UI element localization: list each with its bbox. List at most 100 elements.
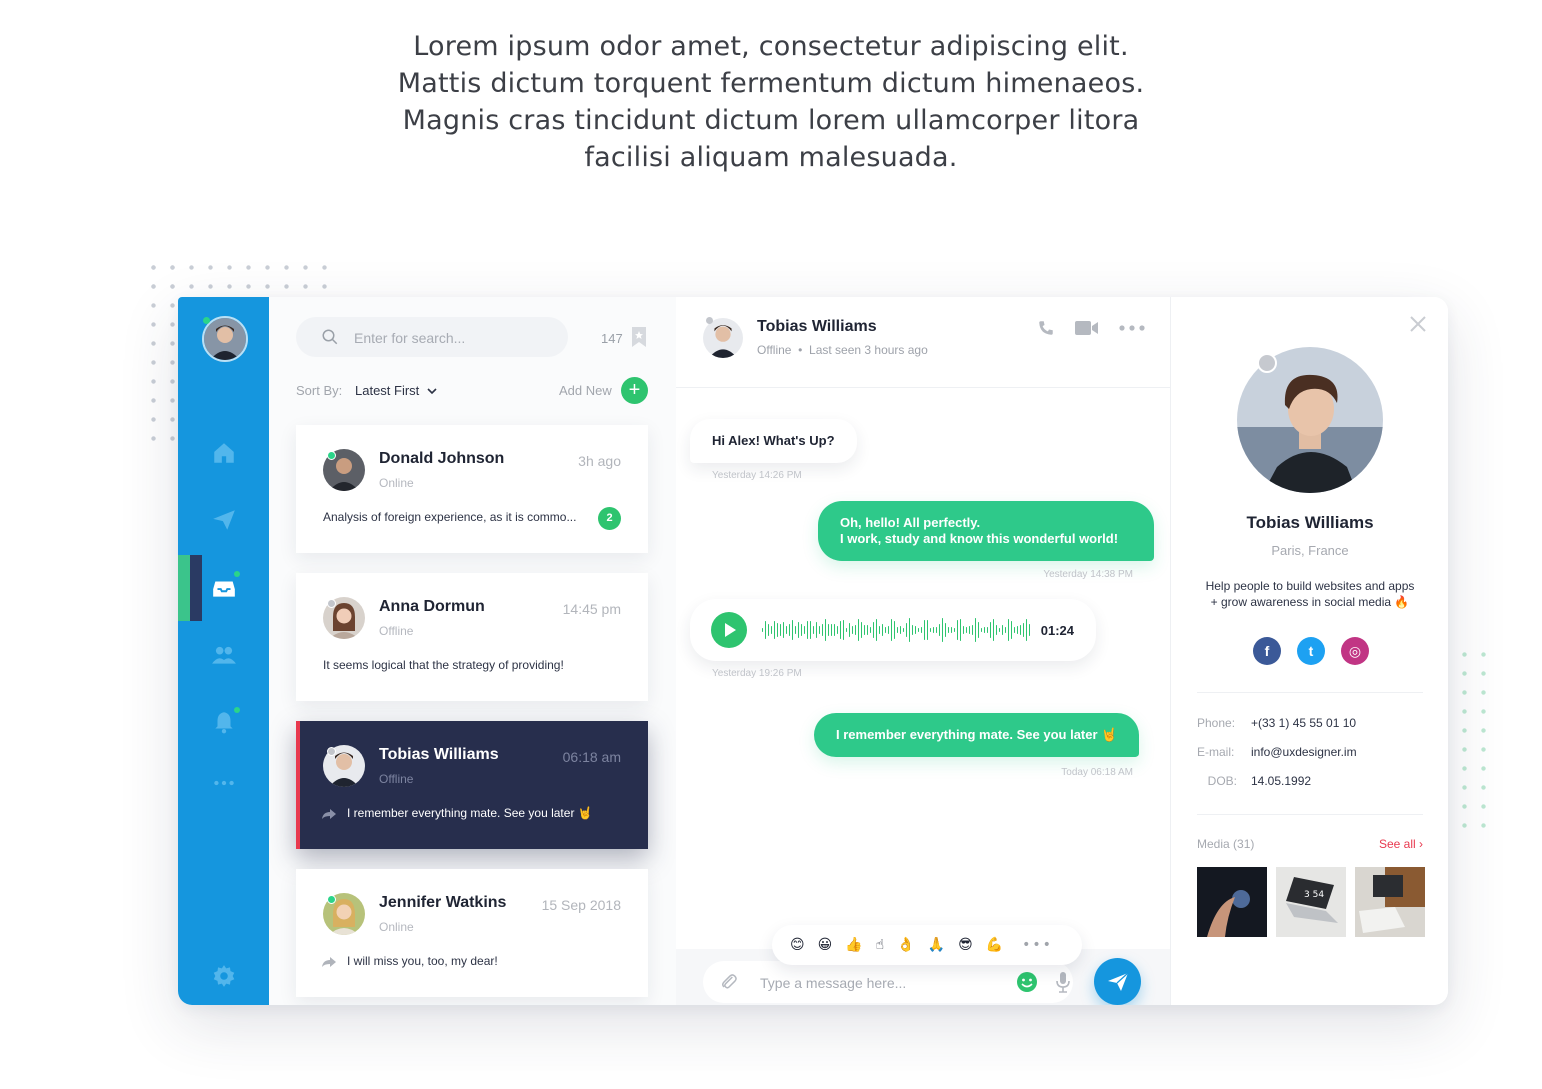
send-icon [1108, 972, 1129, 991]
dob-value: 14.05.1992 [1251, 774, 1312, 788]
conversation-card[interactable]: Anna Dormun 14:45 pm Offline It seems lo… [296, 573, 648, 701]
message-timestamp: Yesterday 14:26 PM [712, 470, 802, 481]
more-emoji-icon[interactable]: ••• [1022, 937, 1053, 953]
play-button[interactable] [711, 612, 747, 648]
email-label: E-mail: [1197, 745, 1235, 759]
message-preview: I will miss you, too, my dear! [347, 954, 498, 968]
last-seen: Last seen 3 hours ago [809, 343, 928, 357]
media-thumbnail[interactable] [1197, 867, 1267, 937]
facebook-icon[interactable]: f [1253, 637, 1281, 665]
offline-indicator [706, 317, 713, 324]
message-time: 15 Sep 2018 [541, 897, 621, 913]
decorative-dots [1455, 645, 1495, 835]
conversation-count: 147 [601, 331, 623, 346]
intro-line: facilisi aliquam malesuada. [584, 142, 958, 173]
media-thumbnail[interactable]: 3 54 [1276, 867, 1346, 937]
status-text: Offline [757, 343, 792, 357]
message-time: 3h ago [578, 453, 621, 469]
nav-home[interactable] [178, 430, 269, 476]
gear-icon [213, 965, 234, 987]
chat-actions [1037, 319, 1145, 337]
voice-message: 01:24 [690, 599, 1096, 661]
profile-name: Tobias Williams [1246, 513, 1374, 532]
conversation-list: 147 Sort By: Latest First Add New + Dona… [269, 297, 677, 1005]
messenger-app: 147 Sort By: Latest First Add New + Dona… [178, 297, 1448, 1005]
twitter-icon[interactable]: t [1297, 637, 1325, 665]
send-button[interactable] [1094, 958, 1141, 1005]
contact-status: Online [379, 920, 414, 934]
divider [1197, 692, 1423, 693]
unread-badge: 2 [598, 507, 621, 530]
search-input[interactable] [352, 317, 556, 359]
microphone-icon[interactable] [1055, 971, 1071, 998]
nav-contacts[interactable] [178, 632, 269, 678]
emoji-option[interactable]: 👍 [845, 937, 862, 953]
dob-row: DOB: 14.05.1992 [1197, 774, 1311, 788]
email-value[interactable]: info@uxdesigner.im [1251, 745, 1357, 759]
outgoing-message: I remember everything mate. See you late… [814, 713, 1140, 757]
message-input[interactable] [758, 961, 1002, 1005]
attachment-icon[interactable] [719, 972, 739, 997]
chat-panel: Tobias Williams Offline • Last seen 3 ho… [676, 297, 1170, 1005]
nav-send[interactable] [178, 497, 269, 543]
instagram-icon[interactable]: ◎ [1341, 637, 1369, 665]
close-icon[interactable] [1409, 315, 1427, 338]
contact-name: Donald Johnson [379, 450, 505, 467]
message-timestamp: Yesterday 14:38 PM [1043, 569, 1133, 580]
message-input-box [703, 961, 1073, 1005]
home-icon [213, 443, 234, 463]
bell-icon [214, 712, 233, 734]
search-box [296, 317, 568, 359]
phone-value[interactable]: +(33 1) 45 55 01 10 [1251, 716, 1356, 730]
emoji-option[interactable]: 🙏 [928, 937, 945, 953]
inbox-icon [212, 581, 235, 597]
sort-dropdown[interactable]: Latest First [355, 383, 437, 398]
nav-more[interactable] [178, 760, 269, 806]
send-icon [212, 510, 235, 530]
emoji-option[interactable]: 😀 [818, 937, 833, 953]
phone-icon[interactable] [1037, 319, 1055, 337]
emoji-picker-icon[interactable] [1016, 971, 1038, 998]
conversation-card-active[interactable]: Tobias Williams 06:18 am Offline I remem… [296, 721, 648, 849]
svg-text:3 54: 3 54 [1304, 890, 1324, 900]
message-preview: Analysis of foreign experience, as it is… [323, 510, 577, 524]
video-call-icon[interactable] [1075, 320, 1099, 336]
emoji-option[interactable]: 😎 [958, 937, 973, 953]
nav-notifications[interactable] [178, 699, 269, 745]
add-new-link[interactable]: Add New [559, 383, 612, 398]
offline-indicator [327, 747, 336, 756]
emoji-bar: 😊 😀 👍 ☝ 👌 🙏 😎 💪 ••• [772, 925, 1082, 965]
notification-badge [234, 707, 240, 713]
add-new-button[interactable]: + [621, 377, 648, 404]
intro-text: Lorem ipsum odor amet, consectetur adipi… [0, 28, 1542, 176]
inbox-badge [234, 571, 240, 577]
chat-contact-status: Offline • Last seen 3 hours ago [757, 343, 928, 357]
contact-name: Jennifer Watkins [379, 894, 507, 911]
message-preview: I remember everything mate. See you late… [347, 806, 593, 820]
email-row: E-mail: info@uxdesigner.im [1197, 745, 1357, 759]
nav-inbox[interactable] [178, 565, 269, 611]
audio-waveform[interactable] [762, 615, 1030, 645]
conversation-card[interactable]: Donald Johnson 3h ago Online Analysis of… [296, 425, 648, 553]
nav-settings[interactable] [178, 953, 269, 999]
contact-name: Anna Dormun [379, 598, 485, 615]
emoji-option[interactable]: 😊 [790, 937, 805, 953]
outgoing-message: Oh, hello! All perfectly. I work, study … [818, 501, 1154, 561]
media-thumbnail[interactable] [1355, 867, 1425, 937]
media-label: Media (31) [1197, 837, 1255, 851]
emoji-option[interactable]: 👌 [897, 937, 914, 953]
social-links: f t ◎ [1253, 637, 1369, 665]
profile-panel: Tobias Williams Paris, France Help peopl… [1170, 297, 1448, 1005]
emoji-option[interactable]: 💪 [986, 937, 1003, 953]
reply-icon [321, 955, 337, 973]
bookmark-icon[interactable] [631, 326, 647, 353]
message-time: 14:45 pm [562, 601, 621, 617]
conversation-card[interactable]: Jennifer Watkins 15 Sep 2018 Online I wi… [296, 869, 648, 997]
more-options-icon[interactable] [1119, 325, 1145, 331]
chat-header: Tobias Williams Offline • Last seen 3 ho… [676, 297, 1170, 388]
see-all-link[interactable]: See all › [1379, 837, 1423, 851]
offline-indicator [327, 599, 336, 608]
emoji-option[interactable]: ☝ [876, 937, 885, 953]
sort-label: Sort By: [296, 383, 343, 398]
message-text: I work, study and know this wonderful wo… [840, 531, 1119, 546]
